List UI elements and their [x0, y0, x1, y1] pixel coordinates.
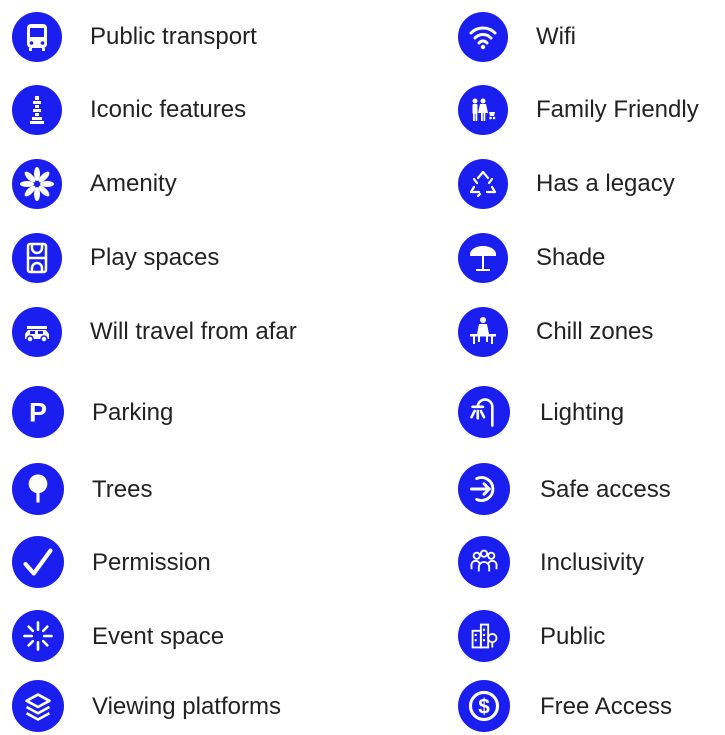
flower-icon — [12, 159, 62, 209]
parking-icon: P — [12, 386, 64, 438]
legend-label: Safe access — [540, 476, 671, 503]
legend-label: Trees — [92, 476, 153, 503]
recycle-icon — [458, 159, 508, 209]
iconic-feature-icon — [12, 85, 62, 135]
legend-label: Will travel from afar — [90, 318, 297, 345]
legend-label: Event space — [92, 623, 225, 650]
city-icon — [458, 610, 510, 662]
court-icon — [12, 233, 62, 283]
legend-label: Parking — [92, 399, 174, 426]
layers-icon — [12, 680, 64, 732]
car-icon — [12, 307, 62, 357]
legend-label: Amenity — [90, 170, 177, 197]
legend-label: Wifi — [536, 23, 576, 50]
bus-icon — [12, 12, 62, 62]
family-icon — [458, 85, 508, 135]
legend-label: Family Friendly — [536, 96, 699, 123]
legend-label: Free Access — [540, 693, 673, 720]
legend-label: Permission — [92, 549, 211, 576]
legend-label: Has a legacy — [536, 170, 675, 197]
checkmark-icon — [12, 536, 64, 588]
legend-label: Iconic features — [90, 96, 247, 123]
svg-text:$: $ — [478, 695, 490, 718]
group-icon — [458, 536, 510, 588]
wifi-icon — [458, 12, 508, 62]
legend-label: Play spaces — [90, 244, 220, 271]
legend-label: Lighting — [540, 399, 625, 426]
legend-label: Shade — [536, 244, 606, 271]
legend-label: Public — [540, 623, 606, 650]
legend-label: Chill zones — [536, 318, 654, 345]
tree-icon — [12, 463, 64, 515]
legend-label: Inclusivity — [540, 549, 645, 576]
dollar-icon: $ — [458, 680, 510, 732]
bench-person-icon — [458, 307, 508, 357]
umbrella-icon — [458, 233, 508, 283]
street-light-icon — [458, 386, 510, 438]
legend-label: Public transport — [90, 23, 257, 50]
legend-label: Viewing platforms — [92, 693, 281, 720]
svg-text:P: P — [29, 397, 47, 427]
enter-icon — [458, 463, 510, 515]
burst-icon — [12, 610, 64, 662]
